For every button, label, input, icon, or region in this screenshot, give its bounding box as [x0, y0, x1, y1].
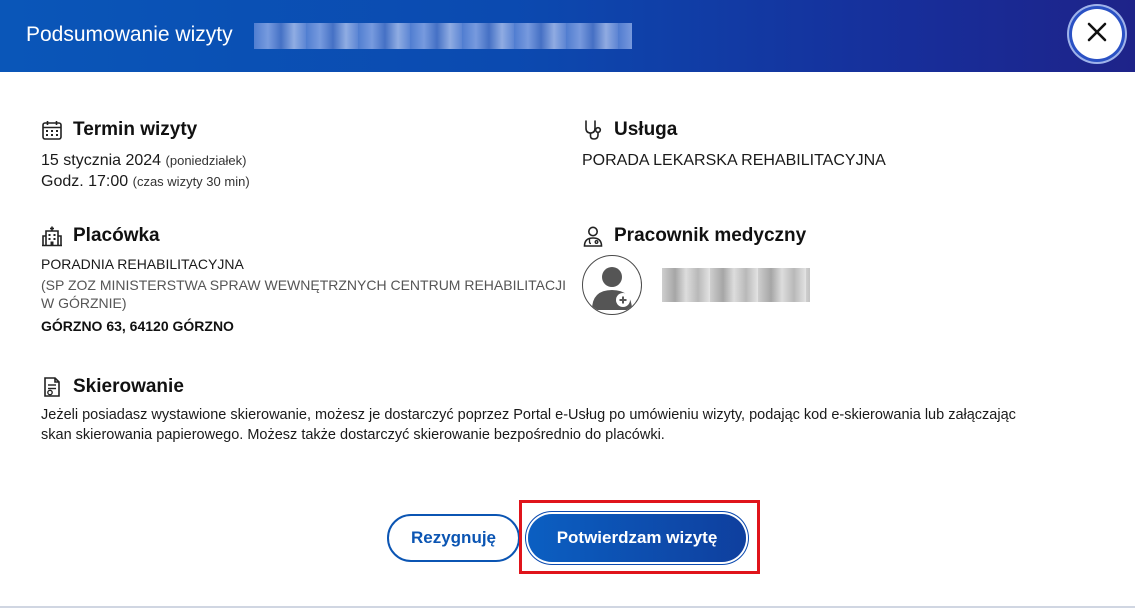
appointment-time-heading: Termin wizyty	[41, 118, 250, 142]
referral-text-line1: Jeżeli posiadasz wystawione skierowanie,…	[41, 407, 1016, 423]
medical-staff-heading-label: Pracownik medyczny	[614, 225, 807, 246]
appointment-hour-row: Godz. 17:00 (czas wizyty 30 min)	[41, 171, 250, 192]
appointment-date-row: 15 stycznia 2024 (poniedziałek)	[41, 150, 250, 171]
dialog-title: Podsumowanie wizyty	[26, 23, 233, 46]
redacted-patient-name	[254, 23, 632, 49]
medical-staff-heading: Pracownik medyczny	[582, 224, 806, 248]
facility-heading: Placówka	[41, 224, 566, 248]
close-button[interactable]	[1072, 9, 1122, 59]
referral-heading: Skierowanie	[41, 375, 1101, 399]
redacted-doctor-name	[662, 268, 810, 302]
facility-parent-line1: (SP ZOZ MINISTERSTWA SPRAW WEWNĘTRZNYCH …	[41, 277, 567, 293]
doctor-avatar	[582, 255, 642, 315]
facility-section: Placówka PORADNIA REHABILITACYJNA (SP ZO…	[41, 224, 566, 334]
doctor-avatar-icon	[583, 267, 641, 314]
close-icon	[1086, 21, 1108, 48]
referral-heading-label: Skierowanie	[73, 376, 184, 397]
medical-staff-section: Pracownik medyczny	[582, 224, 806, 248]
highlight-box	[519, 500, 760, 574]
dialog-header: Podsumowanie wizyty	[0, 0, 1135, 72]
facility-address: GÓRZNO 63, 64120 GÓRZNO	[41, 318, 234, 334]
document-icon	[41, 376, 63, 398]
appointment-date: 15 stycznia 2024	[41, 152, 162, 169]
hospital-icon	[41, 225, 63, 247]
calendar-icon	[41, 119, 63, 141]
referral-section: Skierowanie Jeżeli posiadasz wystawione …	[41, 375, 1101, 445]
appointment-time-section: Termin wizyty 15 stycznia 2024 (poniedzi…	[41, 118, 250, 192]
service-heading-label: Usługa	[614, 119, 678, 140]
appointment-time-heading-label: Termin wizyty	[73, 119, 198, 140]
appointment-weekday: (poniedziałek)	[165, 153, 247, 168]
facility-name: PORADNIA REHABILITACYJNA	[41, 256, 244, 272]
appointment-hour: Godz. 17:00	[41, 173, 129, 190]
stethoscope-icon	[582, 119, 604, 141]
service-name: PORADA LEKARSKA REHABILITACYJNA	[582, 152, 886, 169]
facility-parent-line2: W GÓRZNIE)	[41, 295, 127, 311]
referral-text-line2: skan skierowania papierowego. Możesz tak…	[41, 427, 665, 443]
service-section: Usługa PORADA LEKARSKA REHABILITACYJNA	[582, 118, 886, 171]
facility-heading-label: Placówka	[73, 225, 160, 246]
cancel-button[interactable]: Rezygnuję	[387, 514, 520, 562]
visit-summary-dialog: Podsumowanie wizyty Termin wizyty 15 sty…	[0, 0, 1135, 608]
service-heading: Usługa	[582, 118, 886, 142]
appointment-duration: (czas wizyty 30 min)	[132, 174, 250, 189]
doctor-icon	[582, 225, 604, 247]
